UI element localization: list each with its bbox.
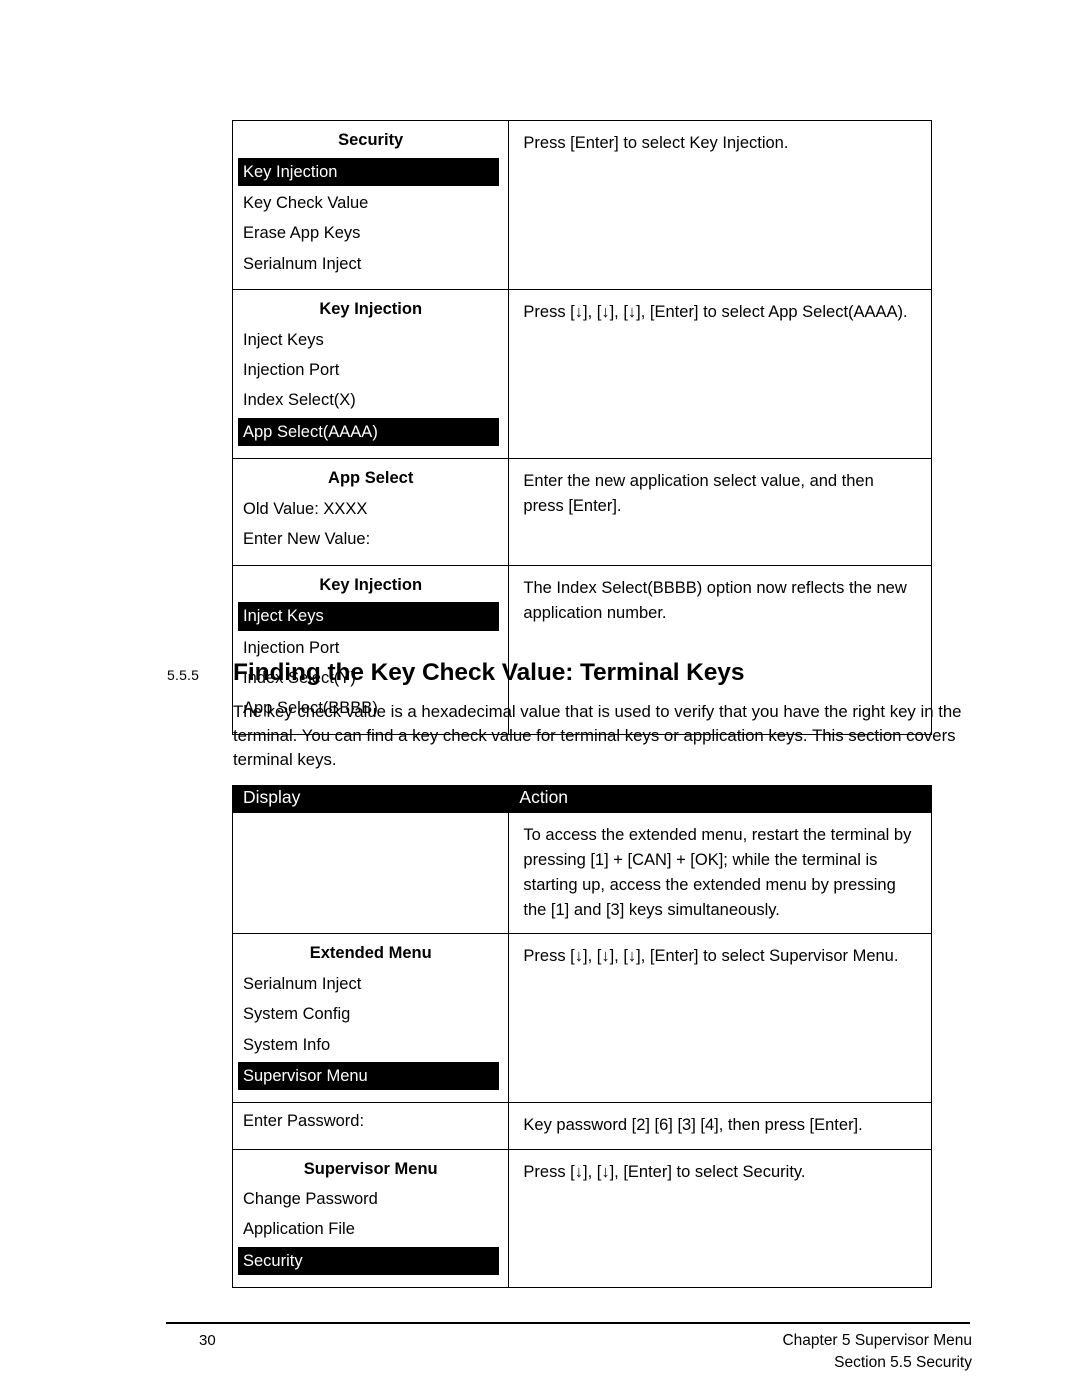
action-text: Key password [2] [6] [3] [4], then press…	[523, 1116, 863, 1135]
column-header-action: Action	[508, 785, 932, 813]
table-row: Enter Password: Key password [2] [6] [3]…	[231, 1102, 932, 1150]
menu-item-selected[interactable]: Supervisor Menu	[238, 1062, 500, 1091]
terminal-keys-table: Display Action To access the extended me…	[231, 785, 932, 1289]
screen-title: Security	[338, 131, 404, 149]
action-text: The Index Select(BBBB) option now reflec…	[523, 578, 907, 622]
key-injection-table: Security Key Injection Key Check Value E…	[231, 119, 932, 735]
page-title: Finding the Key Check Value: Terminal Ke…	[233, 659, 745, 686]
table-row: Key Injection Inject Keys Injection Port…	[231, 289, 932, 460]
table-row: App Select Old Value: XXXX Enter New Val…	[231, 458, 932, 566]
section-number: 5.5.5	[167, 667, 200, 683]
footer-chapter-info: Chapter 5 Supervisor Menu Section 5.5 Se…	[782, 1330, 972, 1375]
action-cell: Press [↓], [↓], [↓], [Enter] to select S…	[508, 933, 932, 1104]
table-header-row: Display Action	[231, 785, 932, 813]
key-injection-table-body: Security Key Injection Key Check Value E…	[231, 119, 932, 735]
screen-title: Key Injection	[319, 300, 423, 319]
password-prompt: Enter Password:	[243, 1112, 365, 1131]
footer-page-number: 30	[199, 1332, 216, 1349]
action-text: To access the extended menu, restart the…	[523, 826, 912, 920]
action-cell: To access the extended menu, restart the…	[508, 811, 932, 935]
action-text: Enter the new application select value, …	[523, 472, 874, 516]
table-row: Security Key Injection Key Check Value E…	[231, 119, 932, 291]
display-cell: Key Injection Inject Keys Injection Port…	[231, 289, 510, 460]
footer-divider	[166, 1322, 970, 1324]
display-cell: Extended Menu Serialnum Inject System Co…	[231, 933, 510, 1104]
menu-item[interactable]: Index Select(X)	[233, 385, 508, 415]
display-cell	[231, 811, 510, 935]
terminal-screen-empty	[233, 813, 508, 829]
menu-item[interactable]: Key Check Value	[233, 188, 508, 218]
menu-item[interactable]: Erase App Keys	[233, 218, 508, 248]
menu-item[interactable]: System Info	[233, 1030, 508, 1060]
terminal-screen: Supervisor Menu Change Password Applicat…	[233, 1150, 508, 1288]
menu-item[interactable]: System Config	[233, 999, 508, 1029]
display-cell: Supervisor Menu Change Password Applicat…	[231, 1148, 510, 1289]
footer-chapter: Chapter 5 Supervisor Menu	[782, 1332, 972, 1349]
action-text: Press [Enter] to select Key Injection.	[523, 134, 789, 152]
screen-title: Extended Menu	[309, 944, 432, 963]
menu-item[interactable]: Change Password	[233, 1184, 508, 1214]
document-page: Security Key Injection Key Check Value E…	[0, 0, 1080, 1397]
terminal-keys-table-body: Display Action To access the extended me…	[231, 785, 932, 1289]
menu-item-selected[interactable]: App Select(AAAA)	[238, 417, 500, 447]
menu-item[interactable]: Enter New Value:	[233, 524, 508, 554]
action-text: Press [↓], [↓], [Enter] to select Securi…	[523, 1162, 806, 1181]
body-paragraph: The key check value is a hexadecimal val…	[233, 702, 962, 770]
display-cell: App Select Old Value: XXXX Enter New Val…	[231, 458, 510, 566]
display-cell: Security Key Injection Key Check Value E…	[231, 119, 510, 291]
column-header-display: Display	[231, 785, 510, 813]
menu-item[interactable]: Application File	[233, 1214, 508, 1244]
screen-title: App Select	[328, 469, 414, 488]
screen-title: Key Injection	[319, 575, 423, 594]
table-row: To access the extended menu, restart the…	[231, 811, 932, 935]
table-row: Extended Menu Serialnum Inject System Co…	[231, 933, 932, 1104]
menu-item[interactable]: Injection Port	[233, 355, 508, 385]
menu-item-selected[interactable]: Key Injection	[238, 157, 500, 186]
terminal-screen: Extended Menu Serialnum Inject System Co…	[233, 934, 508, 1102]
terminal-screen: Key Injection Inject Keys Injection Port…	[233, 290, 508, 458]
footer-section: Section 5.5 Security	[834, 1354, 972, 1372]
action-text: Press [↓], [↓], [↓], [Enter] to select A…	[523, 303, 908, 322]
terminal-screen: Security Key Injection Key Check Value E…	[233, 121, 508, 289]
action-text: Press [↓], [↓], [↓], [Enter] to select S…	[523, 947, 899, 966]
menu-item: Old Value: XXXX	[243, 499, 368, 518]
menu-item[interactable]: Serialnum Inject	[233, 969, 508, 999]
menu-item-selected[interactable]: Security	[238, 1246, 500, 1276]
action-cell: Enter the new application select value, …	[508, 458, 932, 566]
terminal-screen: App Select Old Value: XXXX Enter New Val…	[233, 459, 508, 564]
menu-item[interactable]: Serialnum Inject	[233, 249, 508, 279]
menu-item-selected[interactable]: Inject Keys	[238, 602, 500, 631]
action-cell: Key password [2] [6] [3] [4], then press…	[508, 1102, 932, 1150]
action-cell: Press [Enter] to select Key Injection.	[508, 119, 932, 291]
menu-item[interactable]: Inject Keys	[233, 325, 508, 355]
screen-title: Supervisor Menu	[303, 1159, 438, 1178]
display-cell: Enter Password:	[231, 1102, 510, 1150]
action-cell: Press [↓], [↓], [Enter] to select Securi…	[508, 1148, 932, 1289]
table-row: Supervisor Menu Change Password Applicat…	[231, 1148, 932, 1289]
action-cell: Press [↓], [↓], [↓], [Enter] to select A…	[508, 289, 932, 460]
